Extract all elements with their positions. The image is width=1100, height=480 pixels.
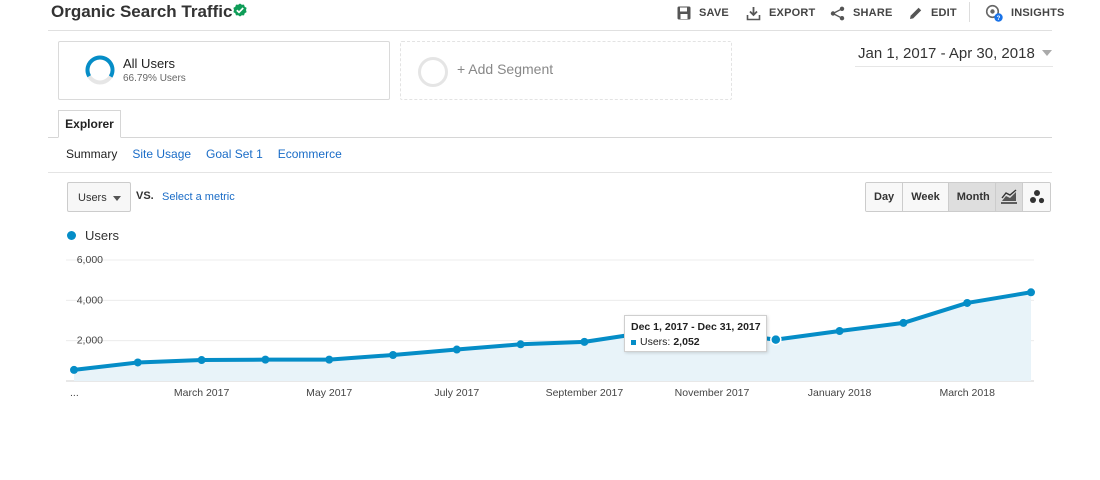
- users-area-fill: [74, 292, 1031, 381]
- data-point: [452, 345, 461, 354]
- chart-y-axis-labels: 2,000 4,000 6,000: [77, 254, 103, 347]
- y-tick-label: 4,000: [77, 294, 103, 306]
- chart-tooltip: Dec 1, 2017 - Dec 31, 2017 Users: 2,052: [624, 315, 767, 352]
- data-point: [899, 318, 908, 327]
- tooltip-swatch: [631, 339, 636, 345]
- tooltip-label: Users:: [640, 336, 671, 348]
- x-tick-label: January 2018: [808, 387, 872, 399]
- x-tick-label: November 2017: [675, 387, 750, 399]
- data-point: [835, 326, 844, 335]
- tooltip-row: Users: 2,052: [631, 336, 700, 348]
- x-tick-label: July 2017: [434, 387, 479, 399]
- data-point: [580, 337, 589, 346]
- data-point: [963, 298, 972, 307]
- x-tick-label: March 2017: [174, 387, 230, 399]
- users-line-chart: 2,000 4,000 6,000 ... March 2017 May 2017 Jul…: [66, 254, 1035, 399]
- data-point: [325, 355, 334, 364]
- data-point: [770, 333, 782, 346]
- data-point: [133, 358, 142, 367]
- chart-x-axis-labels: ... March 2017 May 2017 July 2017 September …: [70, 387, 995, 399]
- data-point: [261, 355, 270, 364]
- x-tick-label: September 2017: [546, 387, 624, 399]
- data-point: [516, 340, 525, 349]
- y-tick-label: 2,000: [77, 335, 103, 347]
- data-point: [389, 350, 397, 359]
- tooltip-title: Dec 1, 2017 - Dec 31, 2017: [631, 321, 761, 333]
- x-tick-label: March 2018: [939, 387, 995, 399]
- y-tick-label: 6,000: [77, 254, 103, 266]
- tooltip-value: 2,052: [673, 336, 700, 348]
- data-point: [70, 365, 78, 374]
- x-tick-label: May 2017: [306, 387, 352, 399]
- data-point: [197, 356, 206, 365]
- x-tick-label: ...: [70, 387, 79, 399]
- data-point: [1027, 288, 1035, 297]
